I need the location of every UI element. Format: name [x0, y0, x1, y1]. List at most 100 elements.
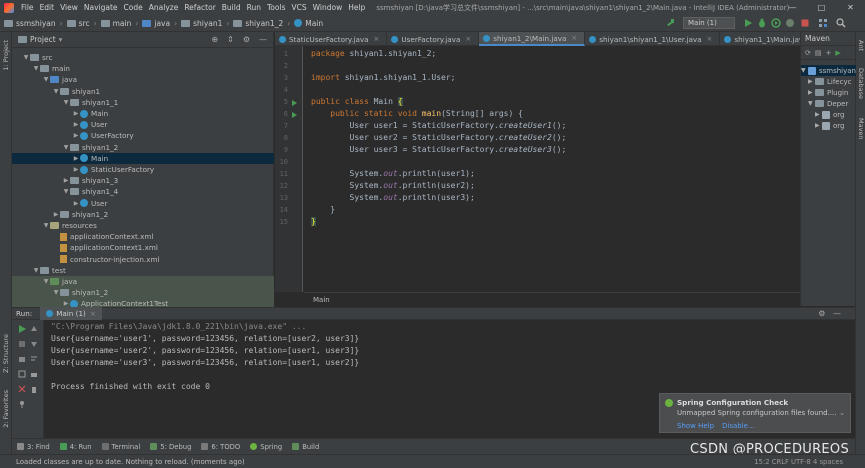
tab-static-user-factory[interactable]: StaticUserFactory.java × — [275, 32, 388, 46]
tree-item[interactable]: ▼ main — [12, 63, 274, 74]
breadcrumb-java[interactable]: java › — [138, 19, 177, 28]
chevron-down-icon[interactable]: ⌄ — [839, 409, 845, 417]
chevron-right-icon[interactable]: ▶ — [72, 155, 80, 162]
run-icon[interactable] — [743, 18, 753, 28]
close-tab-icon[interactable]: × — [90, 309, 96, 318]
project-view-select[interactable]: Project — [30, 35, 56, 44]
tree-item[interactable]: ▼ shiyan1_2 — [12, 287, 274, 299]
chevron-down-icon[interactable]: ▼ — [42, 278, 50, 285]
menu-run[interactable]: Run — [244, 3, 264, 12]
tree-item[interactable]: ▼ java — [12, 74, 274, 85]
gear-icon[interactable]: ⚙ — — [818, 309, 841, 318]
find-tool-button[interactable]: 3: Find — [12, 443, 55, 451]
close-icon[interactable]: ✕ — [836, 0, 865, 15]
menu-analyze[interactable]: Analyze — [146, 3, 182, 12]
menu-file[interactable]: File — [18, 3, 37, 12]
add-icon[interactable]: + — [826, 49, 832, 57]
pin-icon[interactable] — [18, 400, 26, 408]
maven-dependency-row[interactable]: ▶ org — [801, 120, 856, 131]
tree-item[interactable]: applicationContext.xml — [12, 231, 274, 242]
breadcrumb-main-class[interactable]: Main — [290, 19, 323, 28]
chevron-right-icon[interactable]: ▶ — [52, 211, 60, 218]
debug-icon[interactable] — [757, 18, 767, 28]
chevron-right-icon[interactable]: ▶ — [72, 110, 80, 117]
exit-icon[interactable] — [18, 385, 26, 393]
chevron-right-icon[interactable]: ▶ — [72, 132, 80, 139]
debug-tool-button[interactable]: 5: Debug — [145, 443, 196, 451]
breadcrumb-shiyan1[interactable]: shiyan1 › — [177, 19, 229, 28]
editor-gutter[interactable]: 1 2 3 4 5 6 7 8 9 10 11 12 13 14 15 — [275, 46, 303, 292]
maven-tool-tab[interactable]: Maven — [857, 118, 865, 140]
menu-vcs[interactable]: VCS — [288, 3, 309, 12]
chevron-down-icon[interactable]: ▼ — [62, 144, 70, 151]
menu-view[interactable]: View — [57, 3, 81, 12]
editor-footer-label[interactable]: Main — [313, 296, 330, 304]
chevron-down-icon[interactable]: ▼ — [22, 54, 30, 61]
print-icon[interactable] — [30, 370, 38, 378]
chevron-right-icon[interactable]: ▶ — [72, 166, 80, 173]
locate-icon[interactable]: ⊕ — [211, 35, 218, 44]
stop-icon[interactable] — [800, 18, 810, 28]
disable-link[interactable]: Disable... — [722, 422, 755, 430]
chevron-right-icon[interactable]: ▶ — [62, 177, 70, 184]
collapse-all-icon[interactable]: ⇕ — [227, 35, 234, 44]
tree-item[interactable]: ▼ shiyan1_1 — [12, 97, 274, 108]
tree-item[interactable]: ▼ src — [12, 52, 274, 63]
stop-icon[interactable] — [18, 340, 26, 348]
menu-refactor[interactable]: Refactor — [181, 3, 218, 12]
close-tab-icon[interactable]: × — [374, 35, 380, 43]
tree-item[interactable]: constructor-injection.xml — [12, 254, 274, 265]
tree-item[interactable]: ▶ StaticUserFactory — [12, 164, 274, 175]
refresh-icon[interactable]: ⟳ — [805, 49, 811, 57]
menu-help[interactable]: Help — [345, 3, 368, 12]
run-gutter-icon[interactable] — [292, 100, 297, 106]
tree-item[interactable]: ▶ shiyan1_3 — [12, 175, 274, 186]
chevron-down-icon[interactable]: ▼ — [32, 65, 40, 72]
breadcrumb-shiyan1-2[interactable]: shiyan1_2 › — [229, 19, 290, 28]
ant-tool-tab[interactable]: Ant — [857, 40, 865, 51]
close-tab-icon[interactable]: × — [571, 34, 577, 42]
tree-item[interactable]: ▼ java — [12, 276, 274, 287]
maven-lifecycle-row[interactable]: ▶ Lifecyc — [801, 76, 856, 87]
structure-tool-tab[interactable]: Z: Structure — [2, 334, 10, 373]
spring-tool-button[interactable]: Spring — [245, 443, 287, 451]
tree-item[interactable]: ▶ shiyan1_2 — [12, 209, 274, 220]
breadcrumb-project[interactable]: ssmshiyan › — [0, 19, 63, 28]
terminal-tool-button[interactable]: Terminal — [97, 443, 146, 451]
coverage-icon[interactable] — [771, 18, 781, 28]
gear-icon[interactable]: ⚙ — [243, 35, 250, 44]
show-help-link[interactable]: Show Help — [677, 422, 714, 430]
scroll-down-icon[interactable] — [30, 340, 38, 348]
run-tab-main[interactable]: Main (1) × — [40, 307, 102, 320]
maven-dependencies-row[interactable]: ▼ Deper — [801, 98, 856, 109]
tree-item[interactable]: ▶ User — [12, 119, 274, 130]
tree-item[interactable]: ▶ User — [12, 198, 274, 209]
menu-code[interactable]: Code — [121, 3, 146, 12]
tab-user-factory[interactable]: UserFactory.java × — [387, 32, 480, 46]
maven-dependency-row[interactable]: ▶ org — [801, 109, 856, 120]
scroll-up-icon[interactable] — [30, 325, 38, 333]
favorites-tool-tab[interactable]: 2: Favorites — [2, 390, 10, 428]
tree-item[interactable]: ▶ Main — [12, 108, 274, 119]
restore-layout-icon[interactable] — [18, 370, 26, 378]
search-icon[interactable] — [836, 18, 846, 28]
tree-item[interactable]: ▼ resources — [12, 220, 274, 231]
close-tab-icon[interactable]: × — [465, 35, 471, 43]
minimize-icon[interactable]: — — [778, 0, 807, 15]
hide-icon[interactable]: — — [259, 35, 267, 44]
chevron-right-icon[interactable]: ▶ — [72, 200, 80, 207]
chevron-down-icon[interactable]: ▼ — [32, 267, 40, 274]
project-tool-tab[interactable]: 1: Project — [2, 40, 10, 71]
chevron-down-icon[interactable]: ▼ — [52, 289, 60, 296]
profile-icon[interactable] — [785, 18, 795, 28]
maven-plugins-row[interactable]: ▶ Plugin — [801, 87, 856, 98]
breadcrumb-src[interactable]: src › — [63, 19, 97, 28]
chevron-down-icon[interactable]: ▾ — [59, 35, 63, 44]
close-tab-icon[interactable]: × — [707, 35, 713, 43]
camera-icon[interactable] — [18, 355, 26, 363]
tab-user[interactable]: shiyan1\shiyan1_1\User.java × — [585, 32, 721, 46]
chevron-down-icon[interactable]: ▼ — [62, 188, 70, 195]
run-icon[interactable]: ▶ — [835, 49, 840, 57]
run-gutter-icon[interactable] — [292, 112, 297, 118]
code-editor[interactable]: package shiyan1.shiyan1_2; import shiyan… — [304, 46, 800, 292]
